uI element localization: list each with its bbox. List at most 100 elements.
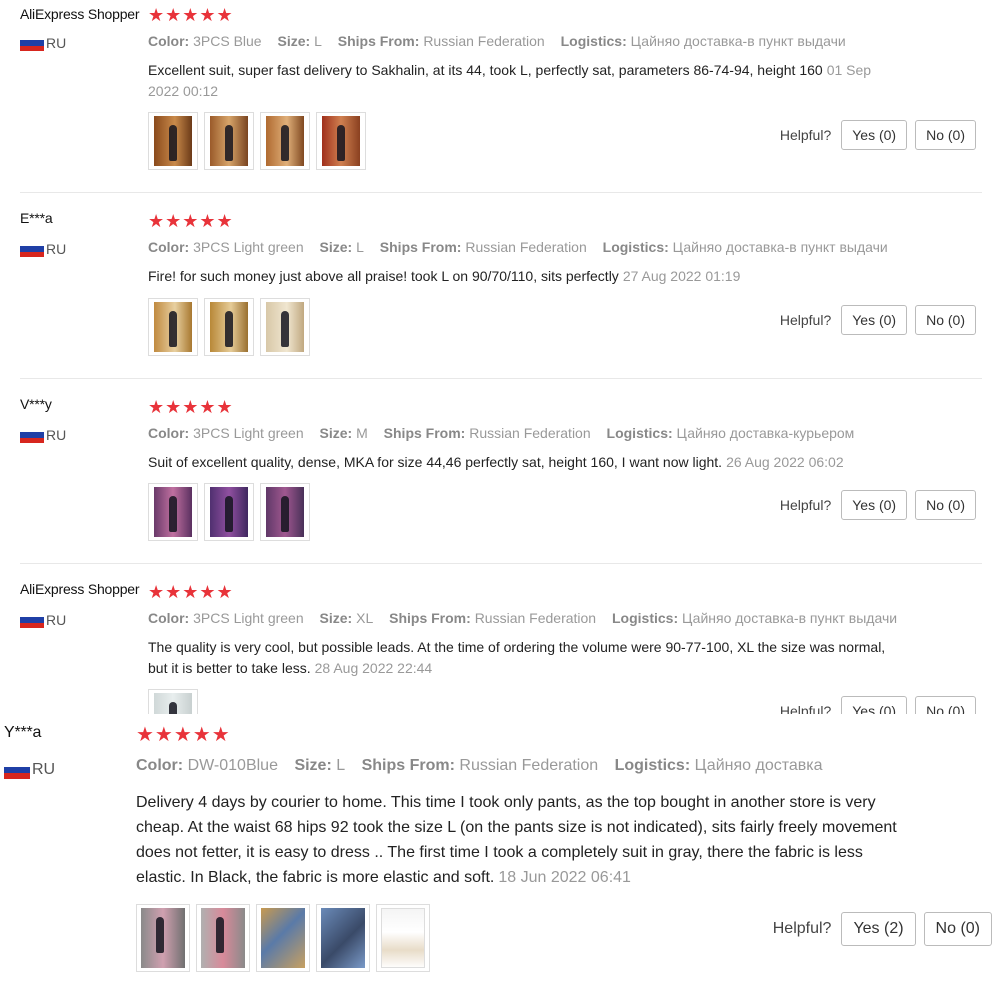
color-label: Color: [148,33,190,49]
helpful-yes-button[interactable]: Yes (0) [841,305,908,335]
color-value: 3PCS Light green [193,610,304,626]
ships-from-label: Ships From: [389,610,471,626]
color-label: Color: [148,239,190,255]
logistics-value: Цайняо доставка [694,757,823,774]
review-photo-thumbnail[interactable] [136,904,190,972]
russia-flag-icon [20,612,44,628]
helpful-votes: Helpful? Yes (0) No (0) [780,696,976,714]
color-value: 3PCS Light green [193,425,304,441]
review-photo-thumbnail[interactable] [316,904,370,972]
reviewer-country: RU [20,612,66,628]
review-text: Excellent suit, super fast delivery to S… [148,60,888,102]
helpful-yes-button[interactable]: Yes (0) [841,696,908,714]
helpful-votes: Helpful? Yes (2) No (0) [773,912,992,946]
review-photos [148,689,198,714]
star-rating: ★★★★★ [148,582,234,602]
ships-from-value: Russian Federation [474,610,597,626]
ships-from-label: Ships From: [361,757,455,774]
review-attributes: Color: 3PCS Light green Size: L Ships Fr… [148,239,900,255]
country-code: RU [46,241,67,257]
size-value: XL [356,610,374,626]
helpful-label: Helpful? [779,312,832,328]
helpful-yes-button[interactable]: Yes (2) [841,912,916,946]
star-rating: ★★★★★ [148,211,234,231]
star-rating: ★★★★★ [148,5,234,25]
russia-flag-icon [20,427,44,443]
review-attributes: Color: DW-010Blue Size: L Ships From: Ru… [136,757,835,775]
color-label: Color: [148,610,190,626]
reviewer-name: AliExpress Shopper [20,6,140,22]
ships-from-value: Russian Federation [459,757,599,774]
review-photo-thumbnail[interactable] [204,298,254,356]
country-code: RU [46,35,67,51]
review-body: Excellent suit, super fast delivery to S… [148,62,823,78]
review-item: AliExpress Shopper ★★★★★ RU Color: 3PCS … [0,0,1000,192]
review-photo-thumbnail[interactable] [316,112,366,170]
review-attributes: Color: 3PCS Blue Size: L Ships From: Rus… [148,33,858,49]
review-photo-thumbnail[interactable] [148,298,198,356]
review-item: V***y ★★★★★ RU Color: 3PCS Light green S… [0,379,1000,563]
ships-from-label: Ships From: [337,33,420,49]
star-rating: ★★★★★ [148,397,234,417]
review-photo-thumbnail[interactable] [148,483,198,541]
helpful-no-button[interactable]: No (0) [915,305,976,335]
star-rating: ★★★★★ [136,724,231,746]
size-value: L [336,757,346,774]
helpful-no-button[interactable]: No (0) [915,490,976,520]
color-value: 3PCS Blue [193,33,262,49]
review-photo-thumbnail[interactable] [148,689,198,714]
helpful-votes: Helpful? Yes (0) No (0) [780,305,976,335]
color-label: Color: [136,757,184,774]
logistics-value: Цайняо доставка-в пункт выдачи [682,610,898,626]
country-code: RU [32,761,56,778]
review-body: Fire! for such money just above all prai… [148,268,619,284]
review-text: Delivery 4 days by courier to home. This… [136,790,906,890]
logistics-value: Цайняо доставка-в пункт выдачи [630,33,846,49]
review-photos [148,483,310,541]
ships-from-label: Ships From: [379,239,462,255]
helpful-label: Helpful? [779,703,832,714]
review-photos [148,112,366,170]
helpful-no-button[interactable]: No (0) [915,696,976,714]
review-item: Y***a ★★★★★ RU Color: DW-010Blue Size: L… [0,714,1000,1000]
russia-flag-icon [20,35,44,51]
size-label: Size: [319,610,353,626]
reviewer-name: Y***a [4,724,42,741]
country-code: RU [46,612,67,628]
helpful-no-button[interactable]: No (0) [915,120,976,150]
russia-flag-icon [20,241,44,257]
review-photo-thumbnail[interactable] [256,904,310,972]
review-body: The quality is very cool, but possible l… [148,639,886,676]
review-photo-thumbnail[interactable] [204,483,254,541]
helpful-yes-button[interactable]: Yes (0) [841,490,908,520]
reviewer-country: RU [4,761,55,779]
helpful-yes-button[interactable]: Yes (0) [841,120,908,150]
helpful-no-button[interactable]: No (0) [923,912,992,946]
reviewer-country: RU [20,241,66,257]
logistics-label: Logistics: [560,33,627,49]
country-code: RU [46,427,67,443]
logistics-label: Logistics: [602,239,669,255]
color-value: DW-010Blue [187,757,278,774]
review-photo-thumbnail[interactable] [376,904,430,972]
review-photo-thumbnail[interactable] [260,298,310,356]
review-item: E***a ★★★★★ RU Color: 3PCS Light green S… [0,193,1000,378]
size-label: Size: [319,239,353,255]
size-label: Size: [319,425,353,441]
size-label: Size: [277,33,311,49]
russia-flag-icon [4,761,30,779]
review-photo-thumbnail[interactable] [196,904,250,972]
helpful-votes: Helpful? Yes (0) No (0) [780,120,976,150]
logistics-label: Logistics: [606,425,673,441]
ships-from-value: Russian Federation [469,425,591,441]
review-photo-thumbnail[interactable] [260,483,310,541]
review-attributes: Color: 3PCS Light green Size: XL Ships F… [148,610,909,626]
review-item: AliExpress Shopper ★★★★★ RU Color: 3PCS … [0,564,1000,714]
review-photo-thumbnail[interactable] [148,112,198,170]
review-photo-thumbnail[interactable] [204,112,254,170]
ships-from-value: Russian Federation [465,239,587,255]
helpful-label: Helpful? [772,920,832,937]
review-photo-thumbnail[interactable] [260,112,310,170]
review-date: 28 Aug 2022 22:44 [314,660,433,676]
color-label: Color: [148,425,190,441]
